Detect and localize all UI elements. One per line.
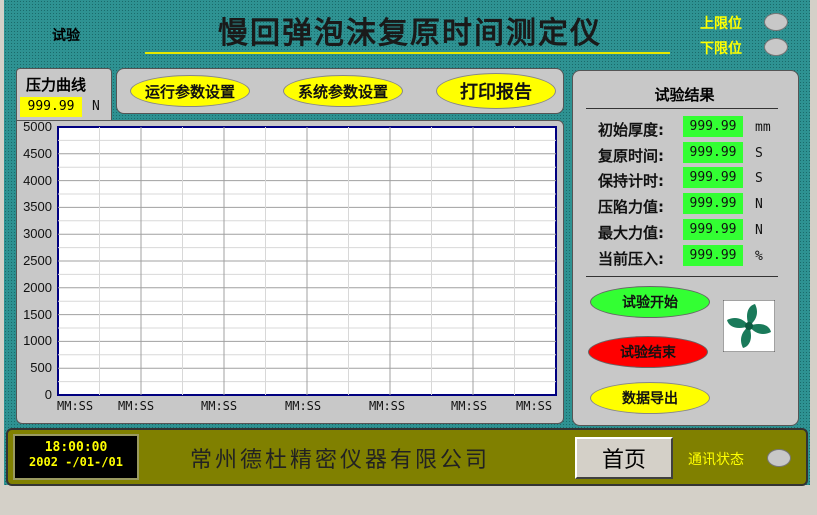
- result-label: 保持计时:: [598, 172, 664, 190]
- x-tick-label: MM:SS: [285, 399, 322, 413]
- print-report-button[interactable]: 打印报告: [436, 73, 556, 109]
- system-params-button[interactable]: 系统参数设置: [283, 75, 403, 107]
- y-tick-label: 0: [44, 387, 52, 402]
- y-tick-label: 3500: [23, 199, 52, 215]
- export-data-button[interactable]: 数据导出: [590, 382, 710, 414]
- y-tick-label: 2000: [23, 279, 52, 295]
- y-tick-label: 1000: [23, 333, 52, 349]
- run-params-button[interactable]: 运行参数设置: [130, 75, 250, 107]
- lower-limit-lamp: [764, 38, 788, 56]
- result-unit: S: [755, 171, 763, 186]
- upper-limit-label: 上限位: [700, 16, 742, 32]
- y-tick-label: 4000: [23, 172, 52, 188]
- results-divider-bottom: [586, 276, 778, 277]
- y-tick-label: 2500: [23, 253, 52, 268]
- test-label: 试验: [52, 25, 80, 45]
- x-tick-label: MM:SS: [516, 399, 553, 413]
- start-test-button[interactable]: 试验开始: [590, 286, 710, 318]
- result-label: 初始厚度:: [598, 121, 664, 139]
- stop-test-button[interactable]: 试验结束: [588, 336, 708, 368]
- pressure-chart: [57, 126, 557, 396]
- result-unit: S: [755, 146, 763, 161]
- title-underline: [145, 52, 670, 54]
- result-value: 999.99: [683, 167, 743, 188]
- result-unit: mm: [755, 120, 771, 135]
- y-tick-label: 4500: [23, 145, 52, 161]
- x-tick-label: MM:SS: [451, 399, 488, 413]
- chart-grid: [58, 127, 556, 395]
- result-value: 999.99: [683, 142, 743, 163]
- y-tick-label: 5000: [23, 119, 52, 134]
- clock-display: 18:00:00 2002 -/01-/01: [13, 434, 139, 480]
- results-title: 试验结果: [654, 86, 715, 104]
- result-value: 999.99: [683, 219, 743, 240]
- pressure-value: 999.99: [20, 97, 82, 117]
- result-label: 最大力值:: [598, 224, 664, 242]
- result-value: 999.99: [683, 116, 743, 137]
- fan-icon: [723, 300, 775, 352]
- test-label-text: 试验: [52, 28, 80, 44]
- pressure-curve-label: 压力曲线: [26, 76, 87, 94]
- result-value: 999.99: [683, 193, 743, 214]
- result-unit: N: [755, 197, 763, 212]
- lower-limit-label: 下限位: [700, 41, 742, 57]
- results-divider-top: [586, 108, 778, 109]
- clock-date: 2002 -/01-/01: [29, 455, 123, 469]
- comm-status-label: 通讯状态: [688, 452, 744, 468]
- result-label: 压陷力值:: [598, 198, 664, 216]
- page-title: 慢回弹泡沫复原时间测定仪: [218, 16, 602, 51]
- x-tick-label: MM:SS: [57, 399, 94, 413]
- home-button[interactable]: 首页: [575, 437, 673, 479]
- comm-status-lamp: [767, 449, 791, 467]
- upper-limit-lamp: [764, 13, 788, 31]
- x-tick-label: MM:SS: [369, 399, 406, 413]
- clock-time: 18:00:00: [44, 440, 108, 455]
- result-unit: N: [755, 223, 763, 238]
- result-label: 当前压入:: [598, 250, 664, 268]
- company-name: 常州德杜精密仪器有限公司: [190, 448, 491, 473]
- result-label: 复原时间:: [598, 147, 664, 165]
- pressure-unit: N: [92, 99, 100, 114]
- y-tick-label: 500: [30, 360, 52, 376]
- x-tick-label: MM:SS: [201, 399, 238, 413]
- x-tick-label: MM:SS: [118, 399, 155, 413]
- y-tick-label: 3000: [23, 226, 52, 242]
- result-value: 999.99: [683, 245, 743, 266]
- y-tick-label: 1500: [23, 306, 52, 322]
- result-unit: %: [755, 249, 763, 264]
